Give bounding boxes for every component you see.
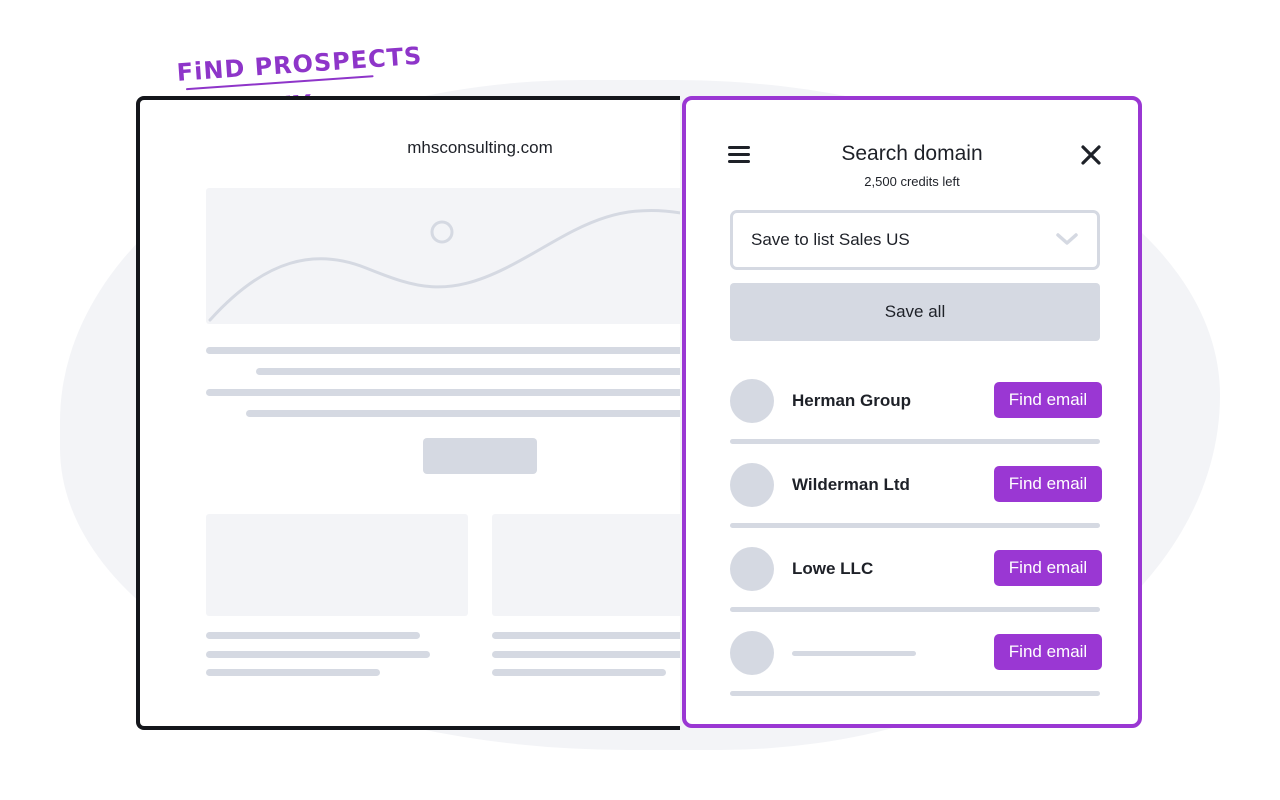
find-email-button[interactable]: Find email [994,634,1102,670]
company-name: Lowe LLC [792,559,874,578]
extension-panel: Search domain 2,500 credits left Save to… [682,96,1142,728]
chevron-down-icon [1055,231,1079,247]
find-email-button[interactable]: Find email [994,550,1102,586]
select-value: Save to list Sales US [751,230,910,249]
find-email-button[interactable]: Find email [994,382,1102,418]
browser-window: mhsconsulting.com [136,96,680,730]
text-line-placeholder [246,410,680,417]
find-email-button[interactable]: Find email [994,466,1102,502]
hero-image-placeholder [206,188,680,324]
close-icon[interactable] [1080,144,1102,166]
company-name: Wilderman Ltd [792,475,910,494]
row-divider [730,523,1100,528]
text-line-placeholder [206,389,680,396]
credits-remaining: 2,500 credits left [864,174,960,189]
avatar [730,631,774,675]
row-divider [730,607,1100,612]
save-all-button[interactable]: Save all [730,283,1100,341]
result-row: Lowe LLC Find email [730,547,1102,612]
save-to-list-select[interactable]: Save to list Sales US [730,210,1100,270]
text-line-placeholder [492,669,666,676]
row-divider [730,439,1100,444]
panel-title: Search domain [841,142,983,165]
result-row: Herman Group Find email [730,379,1102,444]
text-line-placeholder [492,632,680,639]
row-divider [730,691,1100,696]
site-domain: mhsconsulting.com [407,138,553,157]
result-row: Find email [730,631,1102,696]
text-line-placeholder [206,632,420,639]
result-row: Wilderman Ltd Find email [730,463,1102,528]
card-placeholder [206,514,468,616]
cta-button-placeholder [423,438,537,474]
avatar [730,547,774,591]
text-line-placeholder [492,651,680,658]
avatar [730,379,774,423]
text-line-placeholder [206,347,680,354]
text-line-placeholder [206,669,380,676]
company-name: Herman Group [792,391,912,410]
text-line-placeholder [256,368,680,375]
text-line-placeholder [206,651,430,658]
card-placeholder [492,514,680,616]
company-name-placeholder [792,651,916,656]
avatar [730,463,774,507]
